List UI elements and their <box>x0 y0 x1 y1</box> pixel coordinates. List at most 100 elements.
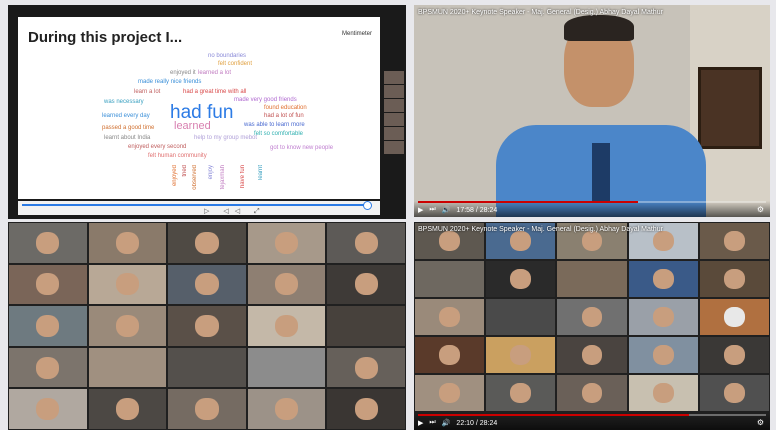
participant-tile[interactable] <box>486 375 556 411</box>
participant-tile[interactable] <box>699 337 769 373</box>
participant-face <box>510 268 532 290</box>
participant-tile[interactable] <box>327 347 405 388</box>
presentation-progress-handle[interactable] <box>363 201 372 210</box>
grid-video-player[interactable]: BPSMUN 2020+ Keynote Speaker - Maj. Gene… <box>414 222 770 430</box>
participant-tile[interactable] <box>415 261 485 297</box>
word-cloud-word: had a great time with all <box>183 89 247 95</box>
word-cloud-word: learned every day <box>102 113 150 119</box>
participant-tile[interactable] <box>415 375 485 411</box>
participant-tile[interactable] <box>699 299 769 335</box>
participant-tile[interactable] <box>9 347 87 388</box>
participant-tile[interactable] <box>88 389 167 429</box>
word-cloud-word: enjoy <box>208 165 214 180</box>
participant-tile[interactable] <box>699 223 769 259</box>
participant-tile[interactable] <box>327 389 405 429</box>
participant-tile[interactable] <box>168 306 246 346</box>
wall-picture <box>698 67 762 149</box>
speaker-video-player[interactable]: BPSMUN 2020+ Keynote Speaker - Maj. Gene… <box>414 5 770 217</box>
participant-tile[interactable] <box>628 375 698 411</box>
word-cloud-word: tejaxmah <box>220 165 226 190</box>
participant-tile[interactable] <box>88 264 167 305</box>
participant-tile[interactable] <box>557 375 627 411</box>
word-cloud-word: no boundaries <box>208 53 247 59</box>
participant-tile[interactable] <box>699 375 769 411</box>
word-cloud-word: felt confident <box>218 61 253 67</box>
participant-tile[interactable] <box>88 347 167 388</box>
volume-icon[interactable]: 🔊 <box>442 419 451 427</box>
participant-tile[interactable] <box>327 223 405 263</box>
participant-face <box>115 398 140 421</box>
word-cloud-word: learnt about India <box>104 135 151 141</box>
participant-face <box>439 306 460 328</box>
participant-thumbnail[interactable] <box>384 127 404 140</box>
video-progress-fill[interactable] <box>418 201 639 203</box>
settings-icon[interactable]: ⚙ <box>757 205 764 214</box>
video-title[interactable]: BPSMUN 2020+ Keynote Speaker - Maj. Gene… <box>418 9 663 16</box>
participant-tile[interactable] <box>557 337 627 373</box>
presentation-progress-track[interactable] <box>22 204 368 206</box>
participant-tile[interactable] <box>486 337 556 373</box>
word-cloud-word: passed a good time <box>102 125 155 131</box>
video-control-buttons: ▶ ⏭ 🔊 22:10 / 28:24 <box>418 419 497 427</box>
participant-tile[interactable] <box>699 261 769 297</box>
video-title[interactable]: BPSMUN 2020+ Keynote Speaker - Maj. Gene… <box>418 226 663 233</box>
settings-icon[interactable]: ⚙ <box>757 418 764 427</box>
participant-tile[interactable] <box>557 261 627 297</box>
participant-tile[interactable] <box>168 347 246 388</box>
participant-tile[interactable] <box>9 389 87 429</box>
participant-tile[interactable] <box>9 223 87 263</box>
participant-tile[interactable] <box>9 264 87 305</box>
participant-tile[interactable] <box>557 299 627 335</box>
participant-face <box>274 314 299 338</box>
play-icon[interactable]: ▶ <box>418 419 423 427</box>
participant-tile[interactable] <box>415 299 485 335</box>
word-cloud-word: tried <box>182 165 188 177</box>
participant-tile[interactable] <box>486 261 556 297</box>
participant-face <box>36 273 60 296</box>
play-icon[interactable]: ▶ <box>418 206 423 214</box>
participant-face <box>274 273 299 296</box>
participant-tile[interactable] <box>88 306 167 346</box>
participant-tile[interactable] <box>247 264 326 305</box>
participant-tile[interactable] <box>628 299 698 335</box>
speaker-hair <box>564 15 634 41</box>
participant-face <box>195 398 219 421</box>
word-cloud-word: learn a lot <box>134 89 161 95</box>
presentation-controls[interactable]: ▷ ◁◁ ⤢ <box>204 207 266 216</box>
participant-face <box>115 273 140 296</box>
participant-tile[interactable] <box>247 306 326 346</box>
participant-tile[interactable] <box>247 223 326 263</box>
video-control-buttons: ▶ ⏭ 🔊 17:58 / 28:24 <box>418 206 497 214</box>
volume-icon[interactable]: 🔊 <box>442 206 451 214</box>
participant-thumbnail[interactable] <box>384 141 404 154</box>
next-icon[interactable]: ⏭ <box>429 206 435 214</box>
participant-face <box>354 356 378 379</box>
video-progress-fill[interactable] <box>418 414 690 416</box>
participant-tile[interactable] <box>486 299 556 335</box>
participant-face <box>354 231 378 254</box>
next-icon[interactable]: ⏭ <box>429 419 435 427</box>
participant-tile[interactable] <box>88 223 167 263</box>
word-cloud-word: felt human community <box>148 153 207 159</box>
mentimeter-logo: Mentimeter <box>341 31 372 37</box>
participant-face <box>195 314 219 338</box>
participant-face <box>581 306 603 328</box>
participant-tile[interactable] <box>168 223 246 263</box>
participant-tile[interactable] <box>9 306 87 346</box>
participant-thumbnail[interactable] <box>384 113 404 126</box>
presentation-control-bar: ▷ ◁◁ ⤢ <box>18 201 380 215</box>
participant-tile[interactable] <box>247 389 326 429</box>
participant-thumbnail[interactable] <box>384 85 404 98</box>
participant-tile[interactable] <box>327 264 405 305</box>
participant-thumbnails <box>384 71 404 155</box>
participant-tile[interactable] <box>247 347 326 388</box>
participant-tile[interactable] <box>628 337 698 373</box>
participant-thumbnail[interactable] <box>384 99 404 112</box>
participant-thumbnail[interactable] <box>384 71 404 84</box>
word-cloud-word: made really nice friends <box>138 79 202 85</box>
participant-tile[interactable] <box>415 337 485 373</box>
participant-tile[interactable] <box>628 261 698 297</box>
participant-tile[interactable] <box>168 389 246 429</box>
participant-tile[interactable] <box>327 306 405 346</box>
participant-tile[interactable] <box>168 264 246 305</box>
